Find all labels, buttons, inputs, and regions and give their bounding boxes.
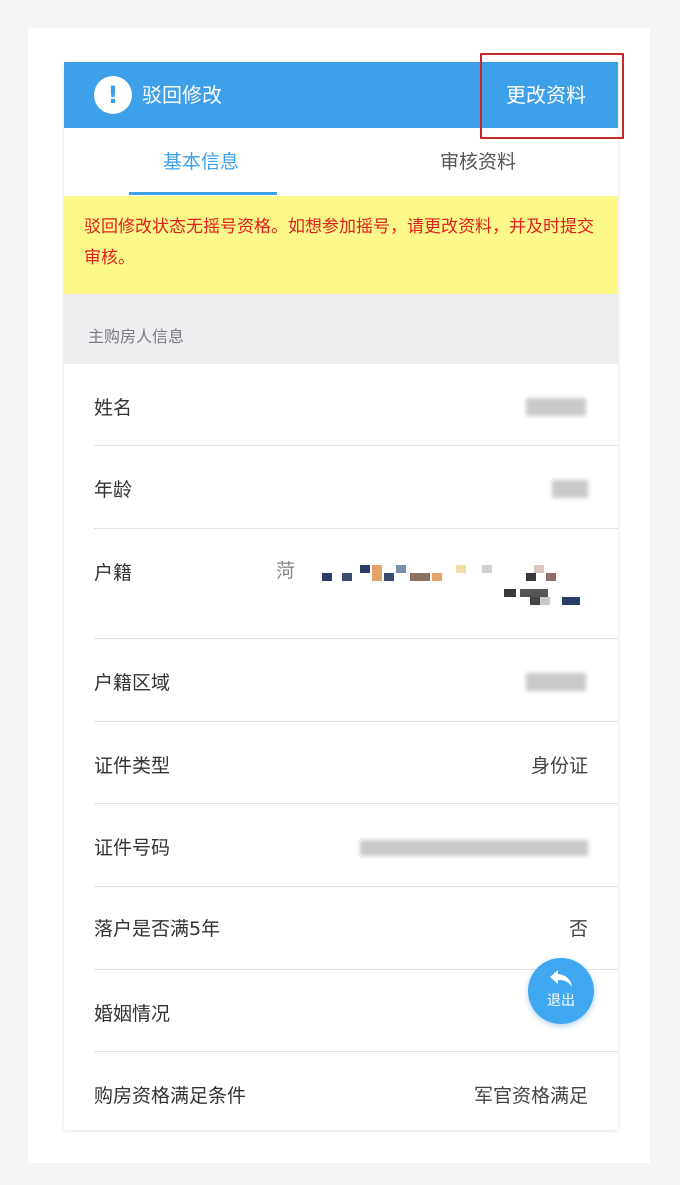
redacted-value	[526, 398, 586, 416]
exit-button[interactable]: 退出	[528, 958, 594, 1024]
return-arrow-icon	[550, 970, 572, 987]
info-row-id-number: 证件号码	[94, 804, 618, 887]
tab-review-materials[interactable]: 审核资料	[440, 150, 516, 174]
warning-notice: 驳回修改状态无摇号资格。如想参加摇号，请更改资料，并及时提交审核。	[64, 196, 618, 294]
redacted-value	[552, 480, 588, 498]
info-row-household-area: 户籍区域	[94, 639, 618, 722]
redacted-value	[360, 840, 588, 856]
active-tab-indicator	[129, 192, 277, 195]
info-row-purchase-qualification: 购房资格满足条件 军官资格满足	[94, 1052, 618, 1130]
row-value: 军官资格满足	[473, 1085, 588, 1107]
row-value: 身份证	[530, 755, 588, 777]
info-row-age: 年龄	[94, 446, 618, 529]
info-row-id-type: 证件类型 身份证	[94, 722, 618, 804]
info-row-name: 姓名	[94, 364, 618, 446]
info-row-household: 户籍 菏	[94, 529, 618, 639]
section-title: 主购房人信息	[88, 327, 185, 346]
highlight-box	[480, 53, 624, 139]
row-label: 户籍区域	[94, 672, 171, 694]
row-value: 否	[568, 918, 588, 940]
tab-basic-info[interactable]: 基本信息	[163, 150, 239, 174]
household-partial-text: 菏	[276, 560, 296, 582]
exit-label: 退出	[547, 993, 575, 1009]
row-label: 户籍	[94, 562, 133, 584]
row-label: 年龄	[94, 479, 133, 501]
status-title: 驳回修改	[142, 83, 222, 107]
row-label: 证件号码	[94, 837, 171, 859]
redacted-value	[526, 673, 586, 691]
row-label: 姓名	[94, 397, 133, 419]
row-label: 购房资格满足条件	[94, 1085, 247, 1107]
info-row-settled-5-years: 落户是否满5年 否	[94, 887, 618, 970]
section-header: 主购房人信息	[64, 294, 618, 364]
exclamation-icon: !	[94, 76, 132, 114]
row-label: 婚姻情况	[94, 1003, 171, 1025]
row-label: 证件类型	[94, 755, 171, 777]
row-label: 落户是否满5年	[94, 918, 221, 940]
